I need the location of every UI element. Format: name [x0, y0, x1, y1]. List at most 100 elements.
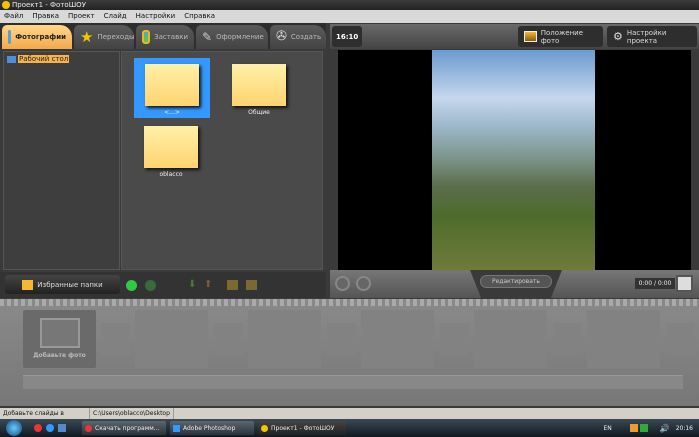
desktop-show-icon[interactable]: [58, 424, 66, 432]
photos-icon: [8, 30, 12, 44]
folder-tree[interactable]: Рабочий стол: [3, 51, 120, 270]
desktop-icon: [7, 55, 16, 63]
favorites-folder-icon: [22, 279, 34, 290]
brush-icon: ✎: [202, 30, 213, 44]
taskbar: Скачать программ... Adobe Photoshop Прое…: [0, 419, 699, 437]
folder-name: Общие: [248, 109, 270, 116]
photoshop-icon: [173, 424, 180, 432]
status-path: C:\Users\oblacco\Desktop: [90, 408, 174, 419]
picture-icon: [142, 30, 151, 44]
transition-slot: [440, 323, 469, 355]
tree-node-desktop[interactable]: Рабочий стол: [7, 55, 70, 63]
tab-label: Заставки: [154, 33, 188, 41]
tab-label: Фотографии: [15, 33, 66, 41]
folder-icon: [232, 64, 286, 106]
tray-icon[interactable]: [629, 424, 638, 432]
folder-item-up[interactable]: <...>: [134, 58, 210, 118]
folder-item-common[interactable]: Общие: [230, 62, 288, 116]
window-title: Проект1 - ФотоШОУ: [12, 1, 86, 9]
transition-slot: [327, 323, 356, 355]
move-down-icon[interactable]: ⬇: [188, 279, 196, 290]
menu-slide[interactable]: Слайд: [104, 10, 127, 23]
ie-icon[interactable]: [46, 424, 54, 432]
taskbar-item-fotoshow[interactable]: Проект1 - ФотоШОУ: [258, 421, 346, 435]
taskbar-item-browser[interactable]: Скачать программ...: [82, 421, 166, 435]
slide-slot: [587, 310, 660, 368]
forward-icon[interactable]: [145, 280, 156, 291]
menu-help[interactable]: Справка: [184, 10, 215, 23]
add-photo-label: Добавьте фото: [33, 352, 86, 359]
volume-icon[interactable]: 🔊: [660, 424, 670, 433]
star-icon: ★: [80, 28, 94, 46]
app-logo-icon: [2, 1, 10, 9]
tab-create[interactable]: ✇ Создать: [270, 25, 326, 49]
taskbar-label: Скачать программ...: [95, 424, 160, 432]
chrome-icon[interactable]: [34, 424, 42, 432]
transition-slot: [214, 323, 243, 355]
language-indicator[interactable]: EN: [603, 425, 611, 432]
preview-photo: [432, 50, 595, 270]
favorites-label: Избранные папки: [37, 280, 103, 289]
file-browser: <...> Общие oblacco: [121, 51, 323, 270]
slide-slot: [248, 310, 321, 368]
status-bar: Добавьте слайды в проект... C:\Users\obl…: [0, 408, 699, 428]
tab-bar: Фотографии ★ Переходы Заставки ✎ Оформлени…: [0, 23, 326, 49]
menu-file[interactable]: Файл: [4, 10, 23, 23]
stop-button[interactable]: [356, 276, 371, 291]
folder-name: <...>: [164, 109, 180, 116]
fullscreen-button[interactable]: [676, 275, 693, 292]
status-hint: Добавьте слайды в проект...: [0, 408, 90, 428]
tab-intros[interactable]: Заставки: [136, 25, 194, 49]
film-reel-icon: ✇: [276, 29, 287, 44]
tab-design[interactable]: ✎ Оформление: [196, 25, 268, 49]
preview-header: 16:10 Положение фото ⚙ Настройки проекта: [330, 24, 699, 49]
folder-add-icon[interactable]: [227, 280, 238, 290]
preview-screen: [338, 50, 691, 270]
menu-edit[interactable]: Правка: [32, 10, 59, 23]
transition-slot: [553, 323, 582, 355]
app-logo-icon: [261, 424, 268, 432]
edit-button[interactable]: Редактировать: [480, 275, 552, 288]
slide-slot: [474, 310, 547, 368]
taskbar-label: Проект1 - ФотоШОУ: [271, 424, 335, 432]
add-photo-slot[interactable]: Добавьте фото: [23, 310, 96, 368]
chrome-icon: [85, 424, 92, 432]
tab-transitions[interactable]: ★ Переходы: [74, 25, 135, 49]
play-button[interactable]: [335, 276, 350, 291]
folder-icon: [145, 64, 199, 106]
back-icon[interactable]: [126, 280, 137, 291]
start-button[interactable]: [6, 420, 22, 436]
aspect-ratio-button[interactable]: 16:10: [332, 26, 363, 47]
clock[interactable]: 20:16: [676, 425, 693, 432]
image-placeholder-icon: [39, 318, 80, 348]
slide-slot: [135, 310, 208, 368]
folder-item-oblacco[interactable]: oblacco: [142, 124, 200, 178]
button-label: Положение фото: [540, 28, 584, 45]
tab-photos[interactable]: Фотографии: [2, 25, 72, 49]
photo-position-button[interactable]: Положение фото: [518, 26, 603, 47]
tab-label: Переходы: [97, 33, 135, 41]
title-bar: Проект1 - ФотоШОУ: [0, 0, 699, 10]
taskbar-item-photoshop[interactable]: Adobe Photoshop: [170, 421, 254, 435]
tab-label: Создать: [290, 33, 322, 41]
folder-icon: [144, 126, 198, 168]
audio-track[interactable]: [23, 375, 683, 389]
menu-settings[interactable]: Настройки: [136, 10, 176, 23]
tree-node-label: Рабочий стол: [18, 55, 70, 63]
playback-controls: Редактировать 0:00 / 0:00: [330, 270, 699, 298]
move-up-icon[interactable]: ⬆: [204, 279, 212, 290]
transition-slot: [666, 323, 695, 355]
menu-bar: Файл Правка Проект Слайд Настройки Справ…: [0, 10, 699, 23]
folder-name: oblacco: [159, 171, 183, 178]
folder-open-icon[interactable]: [246, 280, 257, 290]
button-label: Настройки проекта: [626, 28, 667, 45]
browser-toolbar: Избранные папки ⬇ ⬆: [0, 272, 326, 298]
timeline: Добавьте фото: [0, 299, 699, 406]
project-settings-button[interactable]: ⚙ Настройки проекта: [607, 26, 697, 47]
menu-project[interactable]: Проект: [68, 10, 95, 23]
time-display: 0:00 / 0:00: [635, 278, 675, 289]
tray-icon[interactable]: [639, 424, 648, 432]
film-perforation: [0, 299, 699, 306]
favorites-button[interactable]: Избранные папки: [5, 275, 120, 294]
tab-label: Оформление: [216, 33, 264, 41]
